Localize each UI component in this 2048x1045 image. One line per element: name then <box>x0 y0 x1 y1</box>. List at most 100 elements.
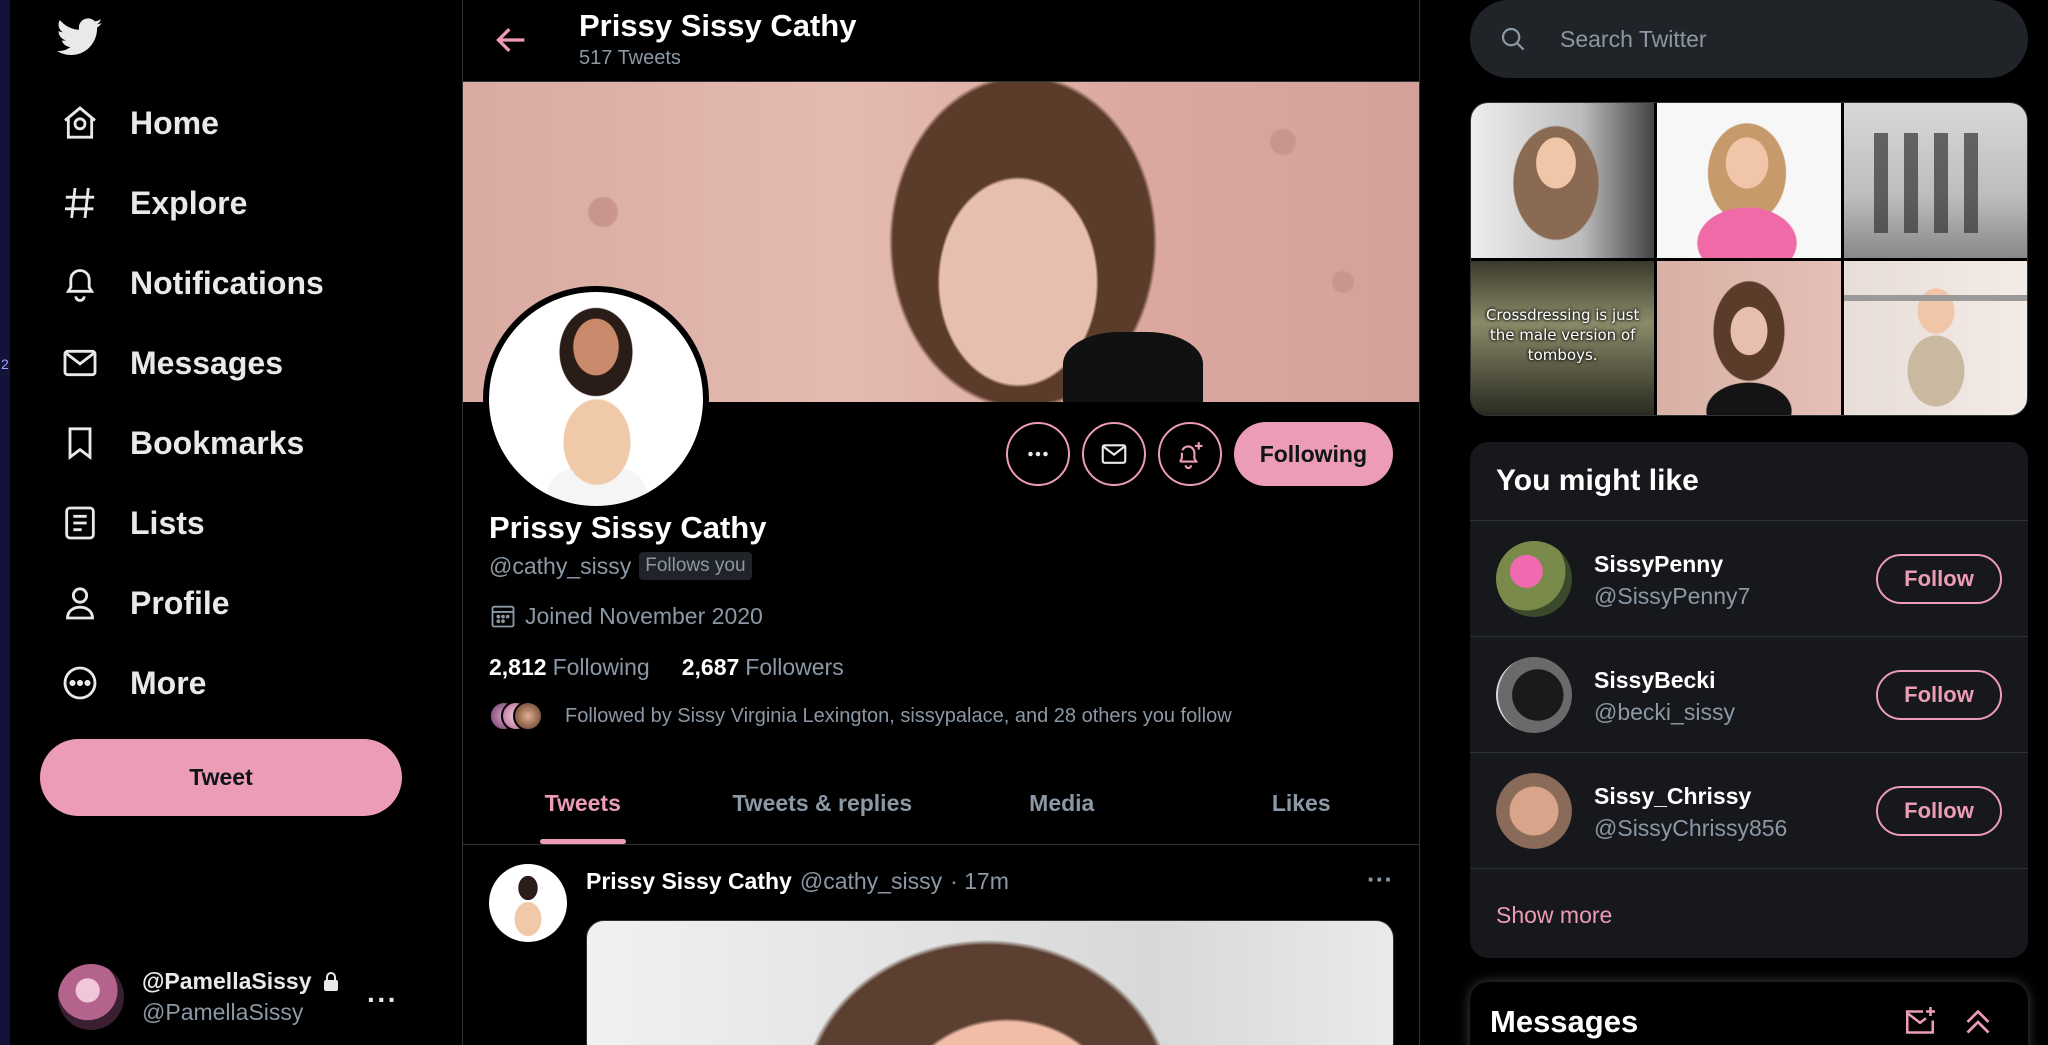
home-icon <box>64 106 96 139</box>
tab-tweets[interactable]: Tweets <box>463 762 703 844</box>
tab-likes[interactable]: Likes <box>1182 762 1420 844</box>
followed-by-avatars <box>489 701 543 731</box>
tweet-timestamp[interactable]: · 17m <box>950 868 1009 895</box>
nav-item-profile[interactable]: Profile <box>60 575 230 631</box>
bell-icon <box>65 269 95 302</box>
notifications-toggle-button[interactable] <box>1157 422 1222 486</box>
suggestion-avatar <box>1496 657 1572 733</box>
profile-actions: Following <box>1005 422 1393 486</box>
nav-item-explore[interactable]: Explore <box>60 175 247 231</box>
followers-count-link[interactable]: 2,687 Followers <box>682 654 844 681</box>
profile-column: Prissy Sissy Cathy 517 Tweets Following … <box>462 0 1420 1045</box>
search-icon <box>1501 27 1525 51</box>
new-message-icon[interactable] <box>1902 1004 1938 1040</box>
profile-handle: @cathy_sissy <box>489 552 632 579</box>
suggestion-avatar <box>1496 541 1572 617</box>
suggestion-handle: @SissyPenny7 <box>1594 583 1751 609</box>
you-might-like-panel: You might like SissyPenny @SissyPenny7 F… <box>1470 442 2028 958</box>
right-sidebar: Crossdressing is just the male version o… <box>1470 0 2030 1045</box>
you-might-like-title: You might like <box>1496 464 1699 497</box>
ellipsis-icon <box>1027 451 1048 457</box>
nav-item-home[interactable]: Home <box>60 95 219 151</box>
following-label: Following <box>552 654 650 680</box>
nav-item-notifications[interactable]: Notifications <box>60 255 324 311</box>
tweet-more-icon[interactable]: ··· <box>1367 864 1393 895</box>
tweet-item[interactable]: Prissy Sissy Cathy @cathy_sissy · 17m ··… <box>463 846 1419 1045</box>
followers-count: 2,687 <box>681 654 740 680</box>
window-edge-strip <box>0 0 10 1045</box>
nav-label-lists: Lists <box>130 504 205 541</box>
meme-caption: Crossdressing is just the male version o… <box>1485 305 1640 364</box>
joined-date: Joined November 2020 <box>489 602 763 630</box>
back-arrow-icon[interactable] <box>491 20 531 60</box>
person-icon <box>66 587 94 620</box>
more-options-button[interactable] <box>1005 422 1070 486</box>
media-thumbnail[interactable] <box>1657 103 1841 258</box>
lock-icon <box>324 971 339 991</box>
account-avatar <box>58 964 124 1030</box>
twitter-logo-icon[interactable] <box>57 14 103 60</box>
joined-text: Joined November 2020 <box>525 602 763 629</box>
chevron-up-double-icon[interactable] <box>1960 1004 1996 1040</box>
left-sidebar: Home Explore Notifications Messages Book… <box>40 0 420 1045</box>
media-thumbnail[interactable] <box>1843 260 2027 415</box>
following-button[interactable]: Following <box>1233 422 1393 486</box>
search-box[interactable] <box>1470 0 2028 78</box>
show-more-link[interactable]: Show more <box>1496 902 1612 929</box>
suggestion-row[interactable]: SissyPenny @SissyPenny7 Follow <box>1470 520 2028 636</box>
tab-tweets-replies[interactable]: Tweets & replies <box>703 762 943 844</box>
tweet-author-name[interactable]: Prissy Sissy Cathy <box>586 868 792 895</box>
followed-by-row[interactable]: Followed by Sissy Virginia Lexington, si… <box>489 701 1232 731</box>
profile-avatar[interactable] <box>483 286 709 512</box>
account-handle: @PamellaSissy <box>142 999 304 1025</box>
nav-label-explore: Explore <box>130 184 248 221</box>
followers-label: Followers <box>745 654 844 680</box>
envelope-icon <box>1101 444 1126 464</box>
tweet-header: Prissy Sissy Cathy @cathy_sissy · 17m <box>586 868 1009 895</box>
messages-drawer[interactable]: Messages <box>1470 982 2028 1045</box>
suggestion-handle: @SissyChrissy856 <box>1594 815 1788 841</box>
suggestion-name: SissyBecki <box>1594 667 1716 693</box>
bookmark-icon <box>68 427 92 460</box>
tweet-media-image[interactable] <box>586 920 1394 1045</box>
suggestion-name: SissyPenny <box>1594 551 1724 577</box>
profile-handle-row: @cathy_sissy Follows you <box>489 552 752 580</box>
messages-drawer-title: Messages <box>1490 1004 1639 1039</box>
bell-plus-icon <box>1178 442 1203 469</box>
nav-label-bookmarks: Bookmarks <box>130 424 305 461</box>
media-thumbnail[interactable] <box>1657 260 1841 415</box>
tab-media[interactable]: Media <box>942 762 1182 844</box>
more-circle-icon <box>63 666 97 700</box>
nav-item-messages[interactable]: Messages <box>60 335 283 391</box>
followed-by-text: Followed by Sissy Virginia Lexington, si… <box>565 704 1232 727</box>
search-input[interactable] <box>1560 25 1960 53</box>
nav-item-lists[interactable]: Lists <box>60 495 205 551</box>
profile-media-grid: Crossdressing is just the male version o… <box>1470 102 2028 416</box>
account-name: @PamellaSissy <box>142 968 312 994</box>
nav-label-messages: Messages <box>130 344 283 381</box>
follow-button[interactable]: Follow <box>1876 554 2002 604</box>
following-count-link[interactable]: 2,812 Following <box>489 654 650 681</box>
profile-name: Prissy Sissy Cathy <box>489 510 767 545</box>
media-thumbnail[interactable] <box>1843 103 2027 258</box>
suggestion-row[interactable]: SissyBecki @becki_sissy Follow <box>1470 636 2028 752</box>
hashtag-icon <box>65 187 95 219</box>
suggestion-row[interactable]: Sissy_Chrissy @SissyChrissy856 Follow <box>1470 752 2028 868</box>
follow-counts: 2,812 Following 2,687 Followers <box>489 654 844 681</box>
nav-item-more[interactable]: More <box>60 655 206 711</box>
media-thumbnail[interactable] <box>1471 103 1655 258</box>
message-button[interactable] <box>1081 422 1146 486</box>
following-count: 2,812 <box>489 654 547 680</box>
follow-button[interactable]: Follow <box>1876 786 2002 836</box>
account-more-icon[interactable]: ··· <box>367 984 398 1016</box>
tweet-button[interactable]: Tweet <box>40 739 402 816</box>
follow-button[interactable]: Follow <box>1876 670 2002 720</box>
media-thumbnail[interactable]: Crossdressing is just the male version o… <box>1471 260 1655 415</box>
tweet-author-avatar[interactable] <box>489 864 567 942</box>
suggestion-avatar <box>1496 773 1572 849</box>
banner-detail <box>1063 332 1203 402</box>
account-switcher[interactable]: @PamellaSissy @PamellaSissy ··· <box>58 962 438 1032</box>
nav-label-profile: Profile <box>130 584 230 621</box>
envelope-icon <box>63 349 97 377</box>
nav-item-bookmarks[interactable]: Bookmarks <box>60 415 304 471</box>
